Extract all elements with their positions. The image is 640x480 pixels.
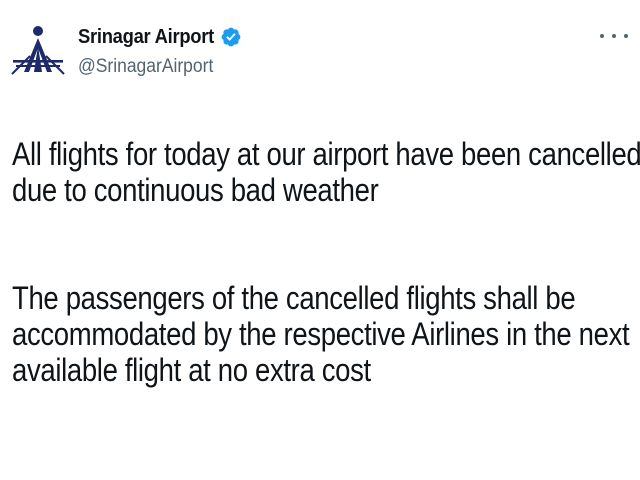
display-name[interactable]: Srinagar Airport bbox=[78, 26, 214, 49]
more-options-icon-dot bbox=[612, 34, 616, 38]
tweet-line: due to continuous bad weather bbox=[12, 172, 379, 208]
author-info: Srinagar Airport @SrinagarAirport bbox=[78, 24, 242, 78]
tweet-text: All flights for today at our airport hav… bbox=[12, 136, 640, 388]
more-options-icon bbox=[600, 34, 604, 38]
tweet-line: available flight at no extra cost bbox=[12, 352, 371, 388]
verified-badge-icon bbox=[221, 27, 241, 47]
more-options-button[interactable] bbox=[600, 26, 628, 46]
tweet-line: accommodated by the respective Airlines … bbox=[12, 316, 630, 352]
user-handle[interactable]: @SrinagarAirport bbox=[78, 56, 229, 78]
tweet-card: Srinagar Airport @SrinagarAirport All fl… bbox=[0, 0, 640, 480]
airports-authority-logo-icon bbox=[11, 26, 65, 75]
name-row: Srinagar Airport bbox=[78, 24, 242, 50]
avatar[interactable] bbox=[10, 22, 66, 82]
tweet-line: The passengers of the cancelled flights … bbox=[12, 280, 576, 316]
tweet-line: All flights for today at our airport hav… bbox=[12, 136, 640, 172]
more-options-icon-dot bbox=[624, 34, 628, 38]
